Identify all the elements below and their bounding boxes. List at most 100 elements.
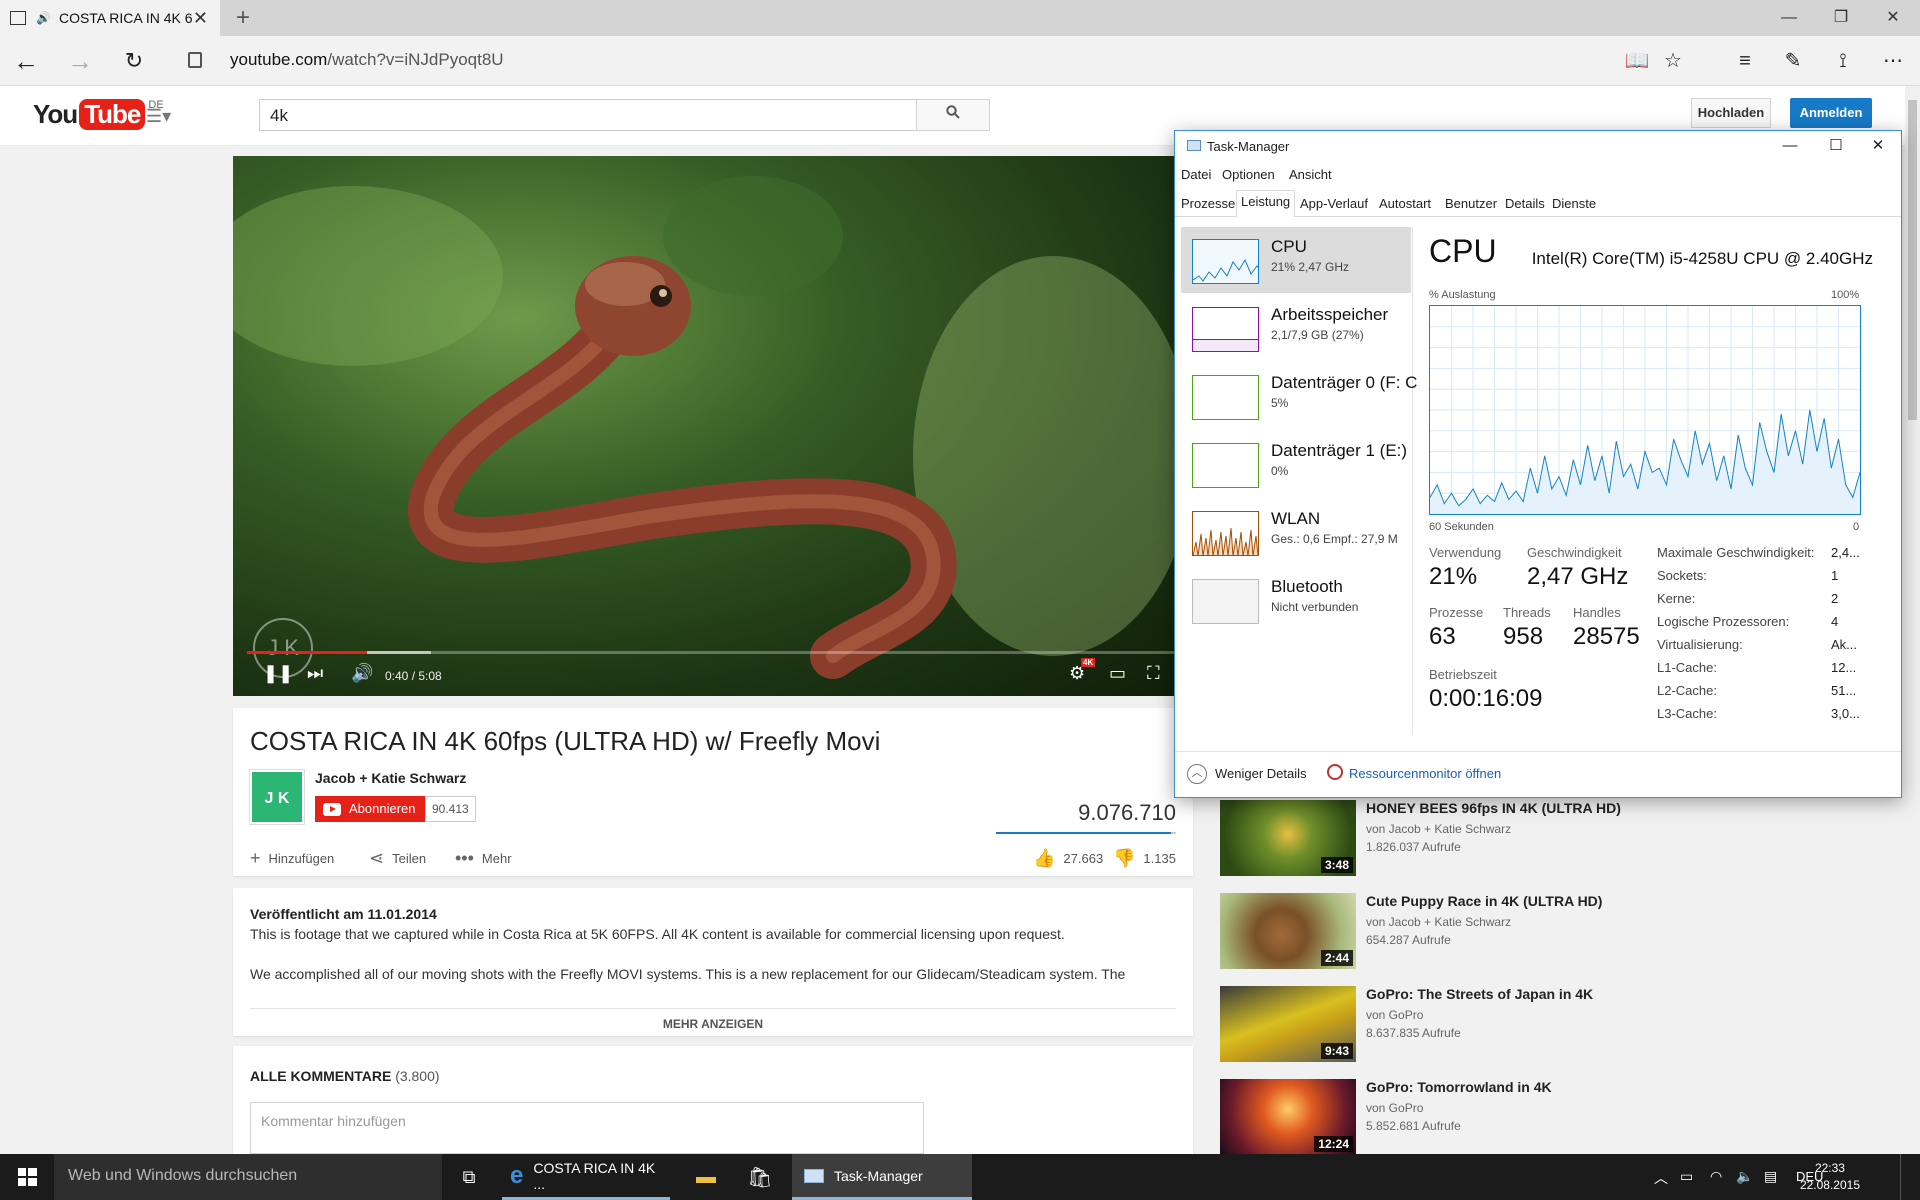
related-thumbnail[interactable]: 2:44 [1220, 893, 1356, 969]
wifi-icon[interactable]: ◠ [1710, 1168, 1722, 1185]
show-more-button[interactable]: MEHR ANZEIGEN [250, 1008, 1176, 1031]
resource-disk-1[interactable]: Datenträger 1 (E:) 0% [1181, 431, 1411, 497]
subscribe-button[interactable]: Abonnieren [315, 796, 426, 822]
related-item[interactable]: 3:48 HONEY BEES 96fps IN 4K (ULTRA HD) v… [1208, 800, 1668, 878]
related-title[interactable]: Cute Puppy Race in 4K (ULTRA HD) [1366, 893, 1602, 909]
related-item[interactable]: 2:44 Cute Puppy Race in 4K (ULTRA HD) vo… [1208, 893, 1668, 971]
related-thumbnail[interactable]: 9:43 [1220, 986, 1356, 1062]
search-button[interactable] [916, 99, 990, 131]
hub-icon[interactable]: ≡ [1728, 46, 1762, 76]
close-tab-icon[interactable]: ✕ [193, 8, 208, 29]
upload-button[interactable]: Hochladen [1691, 98, 1771, 128]
battery-icon[interactable]: ▭ [1680, 1168, 1693, 1185]
minimize-icon[interactable]: — [1762, 0, 1816, 36]
system-clock[interactable]: 22:33 22.08.2015 [1800, 1160, 1860, 1194]
fewer-details-link[interactable]: Weniger Details [1215, 766, 1307, 781]
related-author: von GoPro [1366, 1101, 1424, 1115]
web-note-icon[interactable]: ✎ [1776, 46, 1810, 76]
comment-input[interactable]: Kommentar hinzufügen [250, 1102, 924, 1154]
file-explorer-icon[interactable]: ▬ [688, 1154, 724, 1200]
reading-view-icon[interactable]: 📖 [1620, 46, 1654, 76]
speaker-icon: 🔊 [36, 11, 51, 25]
bluetooth-mini-graph [1192, 579, 1259, 624]
theater-mode-icon[interactable]: ▭ [1109, 663, 1126, 684]
volume-icon[interactable]: 🔊 [351, 663, 373, 684]
related-thumbnail[interactable]: 3:48 [1220, 800, 1356, 876]
dislike-button[interactable]: 👎 1.135 [1113, 848, 1176, 869]
tab-app-verlauf[interactable]: App-Verlauf [1296, 193, 1372, 217]
tm-titlebar[interactable]: Task-Manager — ☐ ✕ [1175, 131, 1901, 161]
tm-minimize-icon[interactable]: — [1767, 131, 1813, 161]
more-icon[interactable]: ⋯ [1876, 46, 1910, 76]
share-icon[interactable]: ⟟ [1826, 46, 1860, 76]
youtube-logo[interactable]: You Tube DE [33, 99, 164, 130]
tab-details[interactable]: Details [1501, 193, 1549, 217]
tab-leistung[interactable]: Leistung [1236, 190, 1296, 217]
related-item[interactable]: 12:24 GoPro: Tomorrowland in 4K von GoPr… [1208, 1079, 1668, 1157]
spec-label: L2-Cache: [1657, 683, 1717, 698]
add-to-button[interactable]: + Hinzufügen [250, 848, 334, 869]
notifications-icon[interactable]: ▤ [1764, 1168, 1777, 1185]
tab-benutzer[interactable]: Benutzer [1441, 193, 1501, 217]
related-title[interactable]: GoPro: The Streets of Japan in 4K [1366, 986, 1593, 1002]
resource-bluetooth[interactable]: Bluetooth Nicht verbunden [1181, 567, 1411, 633]
tab-dienste[interactable]: Dienste [1548, 193, 1600, 217]
channel-name[interactable]: Jacob + Katie Schwarz [315, 770, 466, 786]
restore-icon[interactable]: ❐ [1814, 0, 1868, 36]
signin-button[interactable]: Anmelden [1790, 98, 1872, 128]
guide-menu-icon[interactable]: ☰▾ [146, 106, 171, 127]
resource-name: Bluetooth [1271, 577, 1343, 596]
back-icon[interactable]: ← [8, 44, 44, 78]
related-title[interactable]: GoPro: Tomorrowland in 4K [1366, 1079, 1552, 1095]
browser-tabbar: 🔊 COSTA RICA IN 4K 6 ✕ + — ❐ ✕ [0, 0, 1920, 36]
tab-autostart[interactable]: Autostart [1375, 193, 1435, 217]
scrollbar-thumb[interactable] [1908, 100, 1917, 420]
related-item[interactable]: 9:43 GoPro: The Streets of Japan in 4K v… [1208, 986, 1668, 1064]
resource-cpu[interactable]: CPU 21% 2,47 GHz [1181, 227, 1411, 293]
store-icon[interactable]: 🛍 [742, 1154, 778, 1200]
menu-optionen[interactable]: Optionen [1222, 167, 1275, 182]
fullscreen-icon[interactable]: ⛶ [1147, 663, 1160, 684]
resource-monitor-link[interactable]: Ressourcenmonitor öffnen [1349, 766, 1501, 781]
menu-ansicht[interactable]: Ansicht [1289, 167, 1332, 182]
resource-wlan[interactable]: WLAN Ges.: 0,6 Empf.: 27,9 M [1181, 499, 1411, 565]
related-thumbnail[interactable]: 12:24 [1220, 1079, 1356, 1155]
like-ratio-bar [996, 832, 1176, 834]
new-tab-icon[interactable]: + [236, 4, 250, 32]
share-button[interactable]: ⋖ Teilen [369, 848, 426, 869]
tab-prozesse[interactable]: Prozesse [1177, 193, 1239, 217]
tray-chevron-icon[interactable]: ︿ [1654, 1168, 1668, 1188]
like-button[interactable]: 👍 27.663 [1033, 848, 1103, 869]
tm-maximize-icon[interactable]: ☐ [1813, 131, 1859, 161]
next-icon[interactable]: ⏭ [307, 663, 323, 684]
tm-close-icon[interactable]: ✕ [1855, 131, 1901, 161]
task-view-icon[interactable]: ⧉ [454, 1154, 484, 1200]
video-player[interactable]: J K ❚❚ ⏭ 🔊 0:40 / 5:08 ⚙ 4K ▭ ⛶ [233, 156, 1177, 696]
refresh-icon[interactable]: ↻ [116, 44, 152, 78]
taskbar-task-manager[interactable]: Task-Manager [792, 1154, 972, 1200]
more-actions-button[interactable]: ••• Mehr [455, 848, 512, 869]
threads-label: Threads [1503, 605, 1551, 620]
close-window-icon[interactable]: ✕ [1866, 0, 1920, 36]
taskbar-edge[interactable]: e COSTA RICA IN 4K ... [502, 1154, 670, 1200]
taskbar-search-input[interactable]: Web und Windows durchsuchen [54, 1154, 442, 1200]
favorite-star-icon[interactable]: ☆ [1656, 46, 1690, 76]
search-input[interactable]: 4k [259, 99, 917, 131]
resource-memory[interactable]: Arbeitsspeicher 2,1/7,9 GB (27%) [1181, 295, 1411, 361]
youtube-play-icon [323, 802, 341, 816]
volume-tray-icon[interactable]: 🔈 [1736, 1168, 1753, 1185]
forward-icon[interactable]: → [62, 44, 98, 78]
pause-icon[interactable]: ❚❚ [263, 663, 293, 684]
page-scrollbar[interactable] [1905, 86, 1920, 1154]
progress-bar[interactable] [247, 651, 1177, 654]
start-button[interactable] [0, 1154, 54, 1200]
chevron-up-icon[interactable]: ︿ [1187, 764, 1207, 784]
channel-avatar[interactable]: J K [249, 769, 305, 825]
resource-disk-0[interactable]: Datenträger 0 (F: C 5% [1181, 363, 1417, 429]
url-field[interactable]: youtube.com/watch?v=iNJdPyoqt8U [230, 50, 504, 70]
related-title[interactable]: HONEY BEES 96fps IN 4K (ULTRA HD) [1366, 800, 1621, 816]
show-desktop-button[interactable] [1900, 1154, 1906, 1200]
browser-tab[interactable]: 🔊 COSTA RICA IN 4K 6 ✕ [0, 0, 220, 36]
menu-datei[interactable]: Datei [1181, 167, 1211, 182]
clock-date: 22.08.2015 [1799, 1178, 1860, 1192]
